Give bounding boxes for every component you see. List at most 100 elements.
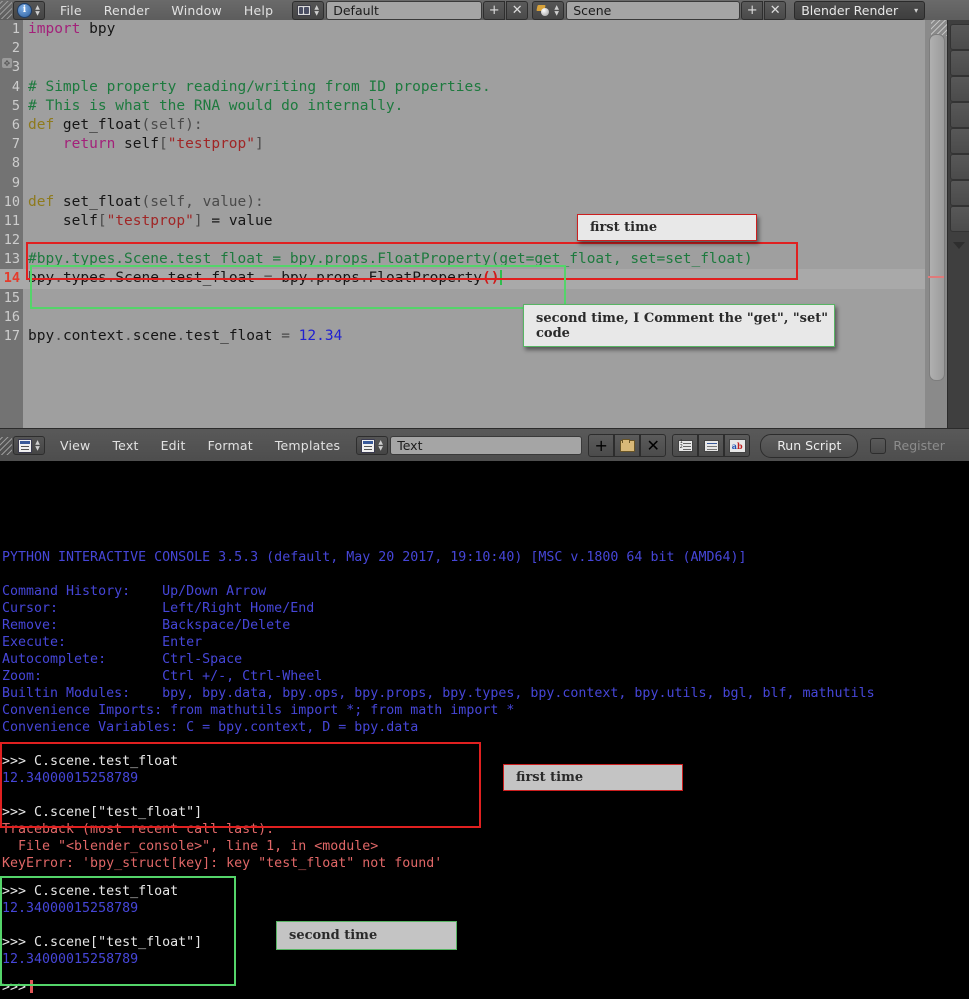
- text-datablock-name-field[interactable]: Text: [390, 436, 583, 455]
- console-prompt-line[interactable]: >>>: [0, 979, 969, 996]
- properties-tab-render[interactable]: [950, 24, 969, 50]
- code-line[interactable]: 3: [0, 58, 947, 77]
- code-line[interactable]: 8: [0, 154, 947, 173]
- text-editor-area[interactable]: ✥ 1 import bpy 2 3 4 # Simple property readin…: [0, 20, 947, 428]
- line-numbers-icon[interactable]: [672, 434, 699, 457]
- menu-item-render[interactable]: Render: [93, 3, 161, 18]
- scene-delete-button[interactable]: ✕: [764, 0, 787, 20]
- menu-item-text[interactable]: Text: [101, 438, 149, 453]
- register-checkbox[interactable]: [870, 437, 887, 454]
- chevron-updown-icon[interactable]: ▲ ▼: [33, 3, 42, 18]
- unlink-text-button[interactable]: ✕: [640, 434, 667, 457]
- properties-tab-world[interactable]: [950, 76, 969, 102]
- screen-add-button[interactable]: +: [483, 0, 506, 20]
- screen-name-field[interactable]: Default: [326, 0, 483, 20]
- callout-second-time-console: second time: [276, 921, 457, 950]
- syntax-highlight-icon[interactable]: ab: [724, 434, 751, 457]
- scrollbar-marker: [928, 276, 944, 278]
- code-text: # Simple property reading/writing from I…: [28, 78, 491, 95]
- scene-add-button[interactable]: +: [741, 0, 764, 20]
- screen-layout-icon: [295, 3, 312, 18]
- scene-selector[interactable]: ▲ ▼: [532, 0, 565, 20]
- code-content[interactable]: 1 import bpy 2 3 4 # Simple property reading/…: [0, 20, 947, 428]
- console-help-row: Zoom: Ctrl +/-, Ctrl-Wheel: [2, 669, 323, 684]
- menu-item-file[interactable]: File: [49, 3, 93, 18]
- code-line[interactable]: 4 # Simple property reading/writing from …: [0, 78, 947, 97]
- footer-chevron-updown-icon[interactable]: ▲ ▼: [33, 438, 42, 453]
- blender-window: i ▲ ▼ File Render Window Help ▲ ▼ Default …: [0, 0, 969, 999]
- screen-chevron-updown-icon[interactable]: ▲ ▼: [312, 3, 321, 18]
- scene-chevron-updown-icon[interactable]: ▲ ▼: [552, 3, 561, 18]
- editor-type-selector[interactable]: i ▲ ▼: [13, 0, 45, 20]
- console-output-first-run: >>> C.scene.test_float 12.34000015258789 …: [0, 753, 969, 872]
- screen-delete-button[interactable]: ✕: [506, 0, 529, 20]
- code-line[interactable]: 6 def get_float(self):: [0, 116, 947, 135]
- word-wrap-icon[interactable]: [698, 434, 725, 457]
- properties-tab-scene[interactable]: [950, 50, 969, 76]
- code-line[interactable]: 14 bpy.types.Scene.test_float = bpy.props…: [0, 269, 947, 289]
- line-number: 12: [3, 232, 20, 249]
- callout-first-time-editor: first time: [577, 214, 757, 241]
- code-line[interactable]: 12: [0, 231, 947, 250]
- code-line[interactable]: 11 self["testprop"] = value: [0, 212, 947, 231]
- text-datablock-selector[interactable]: ▲ ▼: [356, 436, 389, 455]
- scene-icon: [535, 3, 552, 18]
- render-engine-dropdown[interactable]: Blender Render ▾: [794, 0, 926, 20]
- console-help-row: Convenience Variables: C = bpy.context, …: [2, 720, 419, 735]
- code-text: import bpy: [28, 21, 116, 37]
- menu-item-view[interactable]: View: [49, 438, 101, 453]
- footer-editor-type-selector[interactable]: ▲ ▼: [13, 436, 45, 455]
- code-line[interactable]: 2: [0, 39, 947, 58]
- panel-collapse-triangle-icon[interactable]: [953, 242, 965, 249]
- callout-first-time-console: first time: [503, 764, 683, 791]
- properties-tab-object[interactable]: [950, 102, 969, 128]
- properties-tab-material[interactable]: [950, 206, 969, 232]
- text-datablock-icon: [359, 438, 376, 453]
- open-text-button[interactable]: [614, 434, 641, 457]
- code-line[interactable]: 1 import bpy: [0, 20, 947, 39]
- code-text: self["testprop"] = value: [28, 212, 273, 229]
- properties-tab-data[interactable]: [950, 180, 969, 206]
- main-menu: File Render Window Help: [45, 0, 288, 20]
- python-console[interactable]: PYTHON INTERACTIVE CONSOLE 3.5.3 (defaul…: [0, 461, 969, 999]
- menu-item-edit[interactable]: Edit: [150, 438, 197, 453]
- console-line: Traceback (most recent call last):: [2, 822, 275, 837]
- code-line[interactable]: 9: [0, 174, 947, 193]
- menu-item-help[interactable]: Help: [233, 3, 284, 18]
- code-line[interactable]: 7 return self["testprop"]: [0, 135, 947, 154]
- code-text: def set_float(self, value):: [28, 193, 264, 210]
- properties-tab-constraints[interactable]: [950, 128, 969, 154]
- editor-scrollbar-thumb[interactable]: [929, 34, 945, 381]
- info-icon: i: [16, 2, 33, 18]
- console-line: 12.34000015258789: [2, 952, 139, 967]
- menu-item-window[interactable]: Window: [160, 3, 233, 18]
- menu-item-format[interactable]: Format: [197, 438, 264, 453]
- datablock-chevron-updown-icon[interactable]: ▲ ▼: [376, 438, 385, 453]
- line-number: 5: [11, 97, 20, 114]
- line-number: 17: [3, 328, 20, 344]
- new-text-button[interactable]: +: [588, 434, 615, 457]
- code-line[interactable]: 13 #bpy.types.Scene.test_float = bpy.prop…: [0, 250, 947, 269]
- code-text: bpy.types.Scene.test_float = bpy.props.F…: [28, 270, 502, 287]
- register-toggle[interactable]: Register: [870, 437, 945, 454]
- scene-name-field[interactable]: Scene: [566, 0, 741, 20]
- properties-tab-modifiers[interactable]: [950, 154, 969, 180]
- console-help-row: Execute: Enter: [2, 635, 203, 650]
- line-number: 13: [3, 251, 20, 268]
- console-help-row: Remove: Backspace/Delete: [2, 618, 291, 633]
- line-number: 9: [11, 174, 20, 191]
- screen-layout-selector[interactable]: ▲ ▼: [292, 0, 325, 20]
- callout-second-time-editor: second time, I Comment the "get", "set" …: [523, 304, 835, 347]
- code-line[interactable]: 10 def set_float(self, value):: [0, 193, 947, 212]
- code-line[interactable]: 5 # This is what the RNA would do interna…: [0, 97, 947, 116]
- editor-vertical-scrollbar[interactable]: [925, 20, 947, 428]
- register-label: Register: [893, 438, 945, 453]
- properties-tab-strip[interactable]: [947, 20, 969, 428]
- console-help-row: Convenience Imports: from mathutils impo…: [2, 703, 515, 718]
- line-number: 16: [3, 308, 20, 325]
- console-output-second-run: >>> C.scene.test_float 12.34000015258789 …: [0, 883, 969, 968]
- run-script-button[interactable]: Run Script: [760, 433, 859, 458]
- menu-item-templates[interactable]: Templates: [264, 438, 351, 453]
